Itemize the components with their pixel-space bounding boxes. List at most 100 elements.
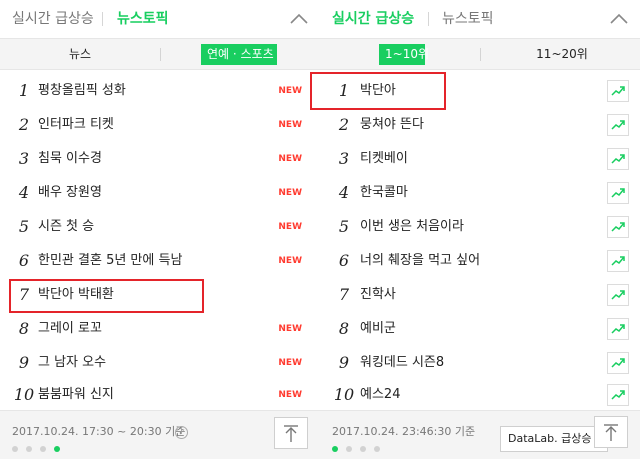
tab-news-topic[interactable]: 뉴스토픽 xyxy=(442,10,494,28)
keyword-row[interactable]: 8 예비군 xyxy=(320,312,640,346)
arrow-up-icon xyxy=(604,424,618,441)
new-badge: NEW xyxy=(278,324,302,334)
keyword-text[interactable]: 그레이 로꼬 xyxy=(38,320,102,338)
rank-number: 10 xyxy=(333,385,355,404)
datalab-trend-button[interactable]: DataLab. 급상승 트렌드 xyxy=(500,426,608,452)
chevron-up-icon[interactable] xyxy=(608,11,630,27)
category-tabs: 뉴스 연예 · 스포츠 xyxy=(0,38,320,70)
keyword-text[interactable]: 한국콜마 xyxy=(360,184,408,202)
rank-number: 9 xyxy=(338,353,350,372)
rank-number: 6 xyxy=(338,251,350,270)
keyword-row[interactable]: 8 그레이 로꼬 NEW xyxy=(0,312,320,346)
keyword-text[interactable]: 진학사 xyxy=(360,286,396,304)
tab-rank-11-20[interactable]: 11~20위 xyxy=(532,44,592,65)
keyword-text[interactable]: 예스24 xyxy=(360,386,400,404)
rank-number: 3 xyxy=(338,149,350,168)
keyword-text[interactable]: 그 남자 오수 xyxy=(38,354,106,372)
keyword-row[interactable]: 4 배우 장원영 NEW xyxy=(0,176,320,210)
highlight-box xyxy=(310,72,446,110)
keyword-row[interactable]: 6 너의 췌장을 먹고 싶어 xyxy=(320,244,640,278)
timestamp-label: 2017.10.24. 23:46:30 기준 xyxy=(332,425,476,438)
rank-number: 8 xyxy=(338,319,350,338)
page-dot-active[interactable] xyxy=(332,446,338,452)
keyword-row[interactable]: 3 티켓베이 xyxy=(320,142,640,176)
rank-number: 4 xyxy=(338,183,350,202)
keyword-row[interactable]: 10 예스24 xyxy=(320,378,640,412)
keyword-row[interactable]: 5 이번 생은 처음이라 xyxy=(320,210,640,244)
new-badge: NEW xyxy=(278,86,302,96)
trend-chart-icon[interactable] xyxy=(607,384,629,406)
keyword-text[interactable]: 평창올림픽 성화 xyxy=(38,82,126,100)
new-badge: NEW xyxy=(278,358,302,368)
trend-chart-icon[interactable] xyxy=(607,284,629,306)
panel-header: 실시간 급상승 뉴스토픽 xyxy=(0,0,320,38)
trend-chart-icon[interactable] xyxy=(607,352,629,374)
tab-entertainment-sports[interactable]: 연예 · 스포츠 xyxy=(201,44,277,65)
keyword-row[interactable]: 2 인터파크 티켓 NEW xyxy=(0,108,320,142)
keyword-text[interactable]: 침묵 이수경 xyxy=(38,150,102,168)
keyword-row[interactable]: 3 침묵 이수경 NEW xyxy=(0,142,320,176)
timestamp-label: 2017.10.24. 17:30 ~ 20:30 기준 xyxy=(12,425,186,438)
keyword-text[interactable]: 한민관 결혼 5년 만에 득남 xyxy=(38,252,182,270)
keyword-text[interactable]: 티켓베이 xyxy=(360,150,408,168)
keyword-text[interactable]: 이번 생은 처음이라 xyxy=(360,218,464,236)
scroll-top-button[interactable] xyxy=(274,417,308,449)
new-badge: NEW xyxy=(278,120,302,130)
keyword-row[interactable]: 4 한국콜마 xyxy=(320,176,640,210)
realtime-rising-panel: 실시간 급상승 뉴스토픽 1~10위 11~20위 1 박단아 2 뭉쳐야 뜬다… xyxy=(310,0,640,459)
info-icon[interactable]: i xyxy=(175,426,188,439)
trend-chart-icon[interactable] xyxy=(607,148,629,170)
keyword-row[interactable]: 6 한민관 결혼 5년 만에 득남 NEW xyxy=(0,244,320,278)
keyword-row[interactable]: 9 워킹데드 시즌8 xyxy=(320,346,640,380)
rank-number: 7 xyxy=(338,285,350,304)
keyword-row[interactable]: 9 그 남자 오수 NEW xyxy=(0,346,320,380)
keyword-text[interactable]: 시즌 첫 승 xyxy=(38,218,94,236)
trend-chart-icon[interactable] xyxy=(607,250,629,272)
tab-rank-1-10[interactable]: 1~10위 xyxy=(379,44,429,65)
page-dot-active[interactable] xyxy=(54,446,60,452)
chevron-up-icon[interactable] xyxy=(288,11,310,27)
rank-number: 1 xyxy=(18,81,30,100)
tab-realtime-rising[interactable]: 실시간 급상승 xyxy=(12,10,94,28)
trend-chart-icon[interactable] xyxy=(607,80,629,102)
header-divider xyxy=(428,12,429,26)
panel-header: 실시간 급상승 뉴스토픽 xyxy=(320,0,640,38)
rank-number: 3 xyxy=(18,149,30,168)
page-dot[interactable] xyxy=(12,446,18,452)
keyword-text[interactable]: 인터파크 티켓 xyxy=(38,116,114,134)
new-badge: NEW xyxy=(278,390,302,400)
range-tabs: 1~10위 11~20위 xyxy=(320,38,640,70)
tab-realtime-rising[interactable]: 실시간 급상승 xyxy=(332,10,414,28)
rank-number: 4 xyxy=(18,183,30,202)
page-dot[interactable] xyxy=(346,446,352,452)
keyword-text[interactable]: 배우 장원영 xyxy=(38,184,102,202)
keyword-row[interactable]: 5 시즌 첫 승 NEW xyxy=(0,210,320,244)
trend-chart-icon[interactable] xyxy=(607,182,629,204)
keyword-text[interactable]: 붐붐파워 신지 xyxy=(38,386,114,404)
page-dot[interactable] xyxy=(360,446,366,452)
trend-chart-icon[interactable] xyxy=(607,114,629,136)
keyword-text[interactable]: 뭉쳐야 뜬다 xyxy=(360,116,424,134)
keyword-row[interactable]: 1 평창올림픽 성화 NEW xyxy=(0,74,320,108)
trend-chart-icon[interactable] xyxy=(607,318,629,340)
keyword-text[interactable]: 예비군 xyxy=(360,320,396,338)
tab-news-topic[interactable]: 뉴스토픽 xyxy=(117,10,169,28)
keyword-text[interactable]: 워킹데드 시즌8 xyxy=(360,354,444,372)
subtab-divider xyxy=(480,48,481,61)
header-divider xyxy=(102,12,103,26)
scroll-top-button[interactable] xyxy=(594,416,628,448)
rank-number: 5 xyxy=(18,217,30,236)
rank-number: 6 xyxy=(18,251,30,270)
panel-footer: 2017.10.24. 17:30 ~ 20:30 기준 i xyxy=(0,410,320,459)
page-dot[interactable] xyxy=(374,446,380,452)
trend-chart-icon[interactable] xyxy=(607,216,629,238)
rank-number: 2 xyxy=(18,115,30,134)
keyword-text[interactable]: 너의 췌장을 먹고 싶어 xyxy=(360,252,480,270)
keyword-row[interactable]: 7 진학사 xyxy=(320,278,640,312)
tab-news[interactable]: 뉴스 xyxy=(60,44,100,65)
keyword-row[interactable]: 2 뭉쳐야 뜬다 xyxy=(320,108,640,142)
keyword-row[interactable]: 10 붐붐파워 신지 NEW xyxy=(0,378,320,412)
page-dot[interactable] xyxy=(26,446,32,452)
page-dot[interactable] xyxy=(40,446,46,452)
arrow-up-icon xyxy=(284,425,298,442)
